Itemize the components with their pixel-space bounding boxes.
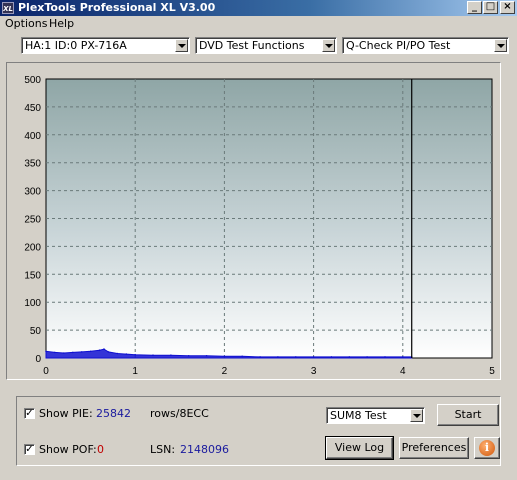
chevron-down-icon[interactable] bbox=[410, 409, 423, 422]
pie-unit: rows/8ECC bbox=[150, 407, 209, 420]
y-tick-label: 300 bbox=[24, 187, 41, 198]
x-tick-label: 3 bbox=[311, 366, 317, 377]
menu-bar: Options Help bbox=[0, 16, 517, 32]
preferences-button[interactable]: Preferences bbox=[399, 437, 469, 459]
pie-data-point bbox=[116, 352, 119, 355]
pie-data-point bbox=[63, 352, 65, 354]
minimize-button[interactable]: _ bbox=[467, 1, 482, 14]
pie-data-point bbox=[384, 356, 386, 358]
pie-value: 25842 bbox=[96, 407, 131, 420]
drive-select-value: HA:1 ID:0 PX-716A bbox=[25, 39, 127, 52]
maximize-button[interactable]: □ bbox=[483, 1, 498, 14]
chart-panel: 0 50 100 150 200 250 300 350 400 450 500 0 1 2 3 4 5 bbox=[6, 62, 501, 380]
pof-value: 0 bbox=[97, 443, 104, 456]
pie-data-point bbox=[223, 355, 226, 358]
y-tick-label: 350 bbox=[24, 159, 41, 170]
test-select-value: Q-Check PI/PO Test bbox=[346, 39, 451, 52]
y-tick-label: 50 bbox=[30, 326, 42, 337]
test-mode-select[interactable]: SUM8 Test bbox=[326, 407, 425, 424]
pie-data-point bbox=[89, 350, 92, 353]
chevron-down-icon[interactable] bbox=[175, 39, 188, 52]
x-tick-label: 4 bbox=[400, 366, 406, 377]
pie-data-point bbox=[241, 355, 243, 358]
start-button[interactable]: Start bbox=[437, 404, 499, 426]
pie-data-point bbox=[103, 348, 105, 350]
pie-data-point bbox=[205, 355, 208, 357]
pie-data-point bbox=[45, 350, 47, 353]
x-tick-label: 1 bbox=[132, 366, 138, 377]
show-pof-label: Show POF: bbox=[39, 443, 97, 456]
view-log-button[interactable]: View Log bbox=[325, 436, 394, 460]
x-tick-label: 0 bbox=[43, 366, 49, 377]
pie-data-point bbox=[277, 356, 279, 358]
show-pie-checkbox[interactable]: ✓ bbox=[24, 408, 35, 419]
x-tick-label: 5 bbox=[489, 366, 495, 377]
pie-data-point bbox=[295, 356, 297, 358]
y-tick-label: 150 bbox=[24, 270, 41, 281]
x-tick-label: 2 bbox=[222, 366, 228, 377]
y-tick-label: 500 bbox=[24, 75, 41, 86]
pie-data-point bbox=[98, 349, 101, 352]
y-tick-label: 450 bbox=[24, 103, 41, 114]
y-tick-label: 0 bbox=[35, 354, 41, 365]
show-pie-label: Show PIE: bbox=[39, 407, 93, 420]
drive-select[interactable]: HA:1 ID:0 PX-716A bbox=[21, 37, 190, 54]
y-tick-label: 100 bbox=[24, 298, 41, 309]
pie-data-point bbox=[187, 355, 190, 357]
info-button[interactable]: i bbox=[474, 437, 500, 459]
menu-help[interactable]: Help bbox=[49, 17, 74, 30]
pie-data-point bbox=[366, 356, 368, 358]
pie-data-point bbox=[259, 356, 261, 358]
close-button[interactable]: × bbox=[500, 1, 515, 14]
test-select[interactable]: Q-Check PI/PO Test bbox=[342, 37, 509, 54]
pie-data-point bbox=[348, 356, 351, 358]
pie-data-point bbox=[72, 351, 74, 354]
pie-data-point bbox=[402, 356, 404, 358]
test-mode-value: SUM8 Test bbox=[330, 409, 387, 422]
function-select[interactable]: DVD Test Functions bbox=[195, 37, 337, 54]
info-icon: i bbox=[479, 440, 495, 456]
title-bar[interactable]: XL PlexTools Professional XL V3.00 _ □ × bbox=[0, 0, 517, 16]
lsn-label: LSN: bbox=[150, 443, 176, 456]
y-tick-label: 250 bbox=[24, 215, 41, 226]
pie-data-point bbox=[152, 354, 154, 357]
pie-chart: 0 50 100 150 200 250 300 350 400 450 500 0 1 2 3 4 5 bbox=[24, 75, 495, 377]
pie-data-point bbox=[170, 354, 172, 357]
y-tick-label: 400 bbox=[24, 131, 41, 142]
pie-data-point bbox=[107, 351, 110, 353]
lsn-value: 2148096 bbox=[180, 443, 229, 456]
pie-data-point bbox=[134, 353, 136, 356]
pie-data-point bbox=[80, 351, 83, 353]
app-icon: XL bbox=[2, 2, 14, 14]
pie-data-point bbox=[330, 356, 333, 358]
y-tick-label: 200 bbox=[24, 242, 41, 253]
show-pof-checkbox[interactable]: ✓ bbox=[24, 444, 35, 455]
pie-data-point bbox=[125, 353, 128, 355]
chevron-down-icon[interactable] bbox=[494, 39, 507, 52]
menu-options[interactable]: Options bbox=[5, 17, 47, 30]
pie-data-point bbox=[312, 356, 315, 358]
window-title: PlexTools Professional XL V3.00 bbox=[18, 1, 216, 14]
chevron-down-icon[interactable] bbox=[322, 39, 335, 52]
function-select-value: DVD Test Functions bbox=[199, 39, 305, 52]
pie-data-point bbox=[54, 351, 56, 354]
